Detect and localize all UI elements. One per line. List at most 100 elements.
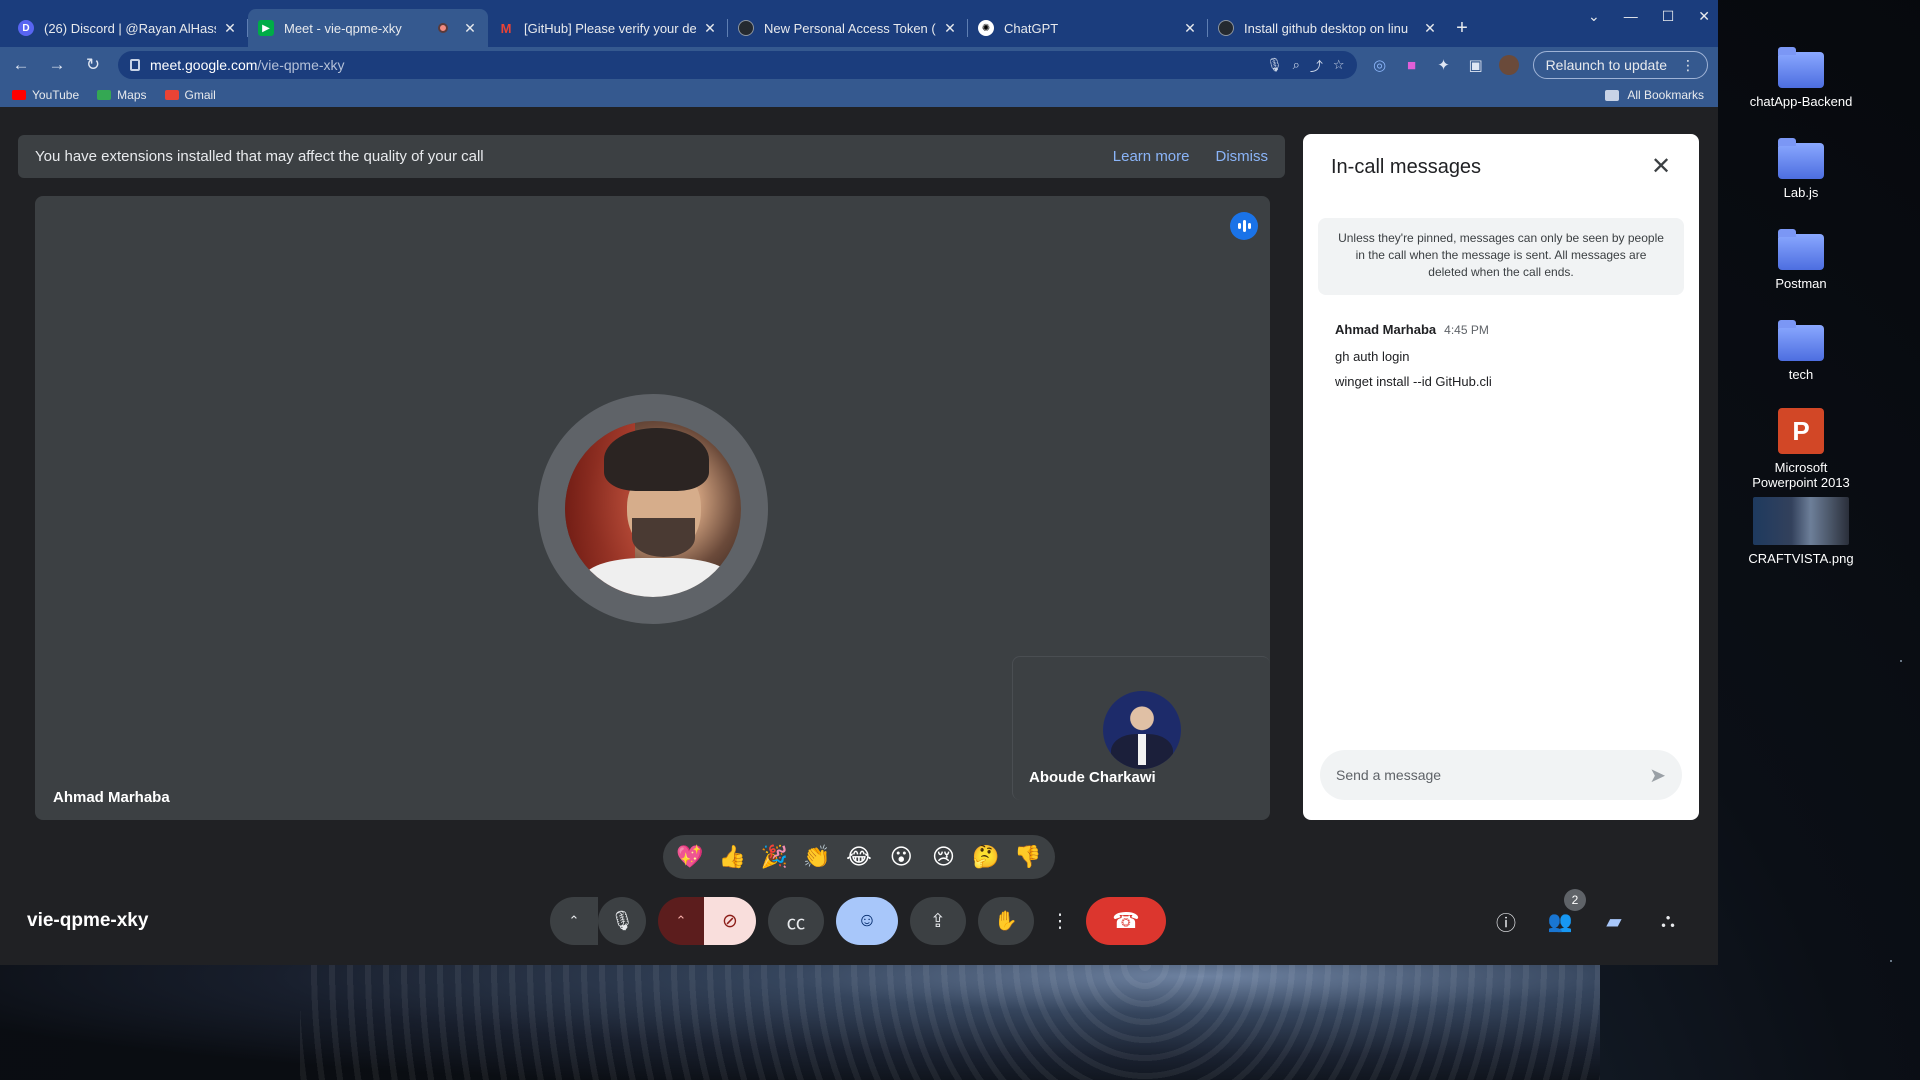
zoom-icon[interactable]: ⌕ [1293,57,1300,73]
tab-title: (26) Discord | @Rayan AlHass [44,20,216,36]
forward-icon[interactable]: → [46,55,68,75]
bookmark-gmail[interactable]: Gmail [164,88,216,102]
learn-more-link[interactable]: Learn more [1113,148,1190,165]
close-icon[interactable]: ✕ [1422,20,1438,37]
activities-button[interactable]: ⛬ [1654,907,1682,935]
new-tab-button[interactable]: + [1448,9,1476,47]
close-icon[interactable]: ✕ [1182,20,1198,37]
url-host: meet.google.com [150,57,258,73]
address-bar[interactable]: meet.google.com/vie-qpme-xky 🎙 ⌕ ⤴ ☆ [118,51,1357,79]
desktop-file-craftvista[interactable]: CRAFTVISTA.png [1741,497,1861,566]
side-controls: ⓘ 👥 2 ▰ ⛬ [1492,889,1682,935]
reaction-sparkling-heart[interactable]: 💖 [672,839,708,875]
bookmark-star-icon[interactable]: ☆ [1333,57,1345,73]
emoji-icon: ☺ [857,910,877,931]
extensions-puzzle-icon[interactable]: ✦ [1435,56,1453,74]
audio-options-button[interactable]: ⌃ [550,897,598,945]
people-count-badge: 2 [1564,889,1586,911]
video-options-button[interactable]: ⌃ [658,897,704,945]
raise-hand-button[interactable]: ✋ [978,897,1034,945]
extensions-warning-banner: You have extensions installed that may a… [18,135,1285,178]
desktop-powerpoint-shortcut[interactable]: P Microsoft Powerpoint 2013 [1741,408,1861,490]
maximize-icon[interactable]: ☐ [1662,8,1675,25]
desktop-icon-label: tech [1788,367,1814,382]
side-panel-icon[interactable]: ▣ [1467,56,1485,74]
back-icon[interactable]: ← [10,55,32,75]
people-button[interactable]: 👥 2 [1546,889,1586,935]
chat-info-notice: Unless they're pinned, messages can only… [1318,218,1684,295]
maps-icon [97,90,112,100]
profile-avatar-icon[interactable] [1498,55,1519,75]
more-options-button[interactable]: ⋮ [1046,897,1074,945]
captions-button[interactable]: ㏄ [768,897,824,945]
lock-icon[interactable] [130,59,140,71]
reaction-clapping[interactable]: 👏 [799,839,835,875]
participant-name: Aboude Charkawi [1029,769,1156,786]
microphone-icon[interactable]: 🎙 [1266,57,1283,73]
desktop-icon-label: chatApp-Backend [1749,94,1853,109]
menu-dots-icon[interactable]: ⋮ [1681,57,1695,74]
reaction-party-popper[interactable]: 🎉 [757,839,793,875]
meeting-details-button[interactable]: ⓘ [1492,907,1520,935]
participant-name: Ahmad Marhaba [53,789,170,806]
tab-meet[interactable]: ▶ Meet - vie-qpme-xky ✕ [248,9,488,47]
reload-icon[interactable]: ↻ [82,55,104,75]
send-icon[interactable]: ➤ [1649,763,1666,788]
message-composer: ➤ [1320,750,1682,800]
meet-icon: ▶ [258,20,274,36]
close-icon[interactable]: ✕ [222,20,238,37]
share-icon[interactable]: ⤴ [1310,56,1323,75]
close-icon[interactable]: ✕ [942,20,958,37]
chat-button[interactable]: ▰ [1600,907,1628,935]
tab-install-github-desktop[interactable]: Install github desktop on linu ✕ [1208,9,1448,47]
folder-icon [1778,47,1824,88]
bookmarks-bar: YouTube Maps Gmail All Bookmarks [0,83,1718,107]
dismiss-button[interactable]: Dismiss [1216,148,1269,165]
star [1900,660,1902,662]
close-window-icon[interactable]: ✕ [1698,8,1710,25]
send-message-input[interactable] [1336,767,1650,783]
desktop-folder-chatapp-backend[interactable]: chatApp-Backend [1741,47,1861,109]
avatar [565,421,741,597]
powerpoint-icon: P [1778,408,1824,454]
desktop-folder-postman[interactable]: Postman [1741,229,1861,291]
reaction-sad[interactable]: 😢 [925,839,961,875]
menu-dots-icon: ⋮ [1050,910,1070,932]
reaction-surprised[interactable]: 😮 [883,839,919,875]
close-icon[interactable]: ✕ [702,20,718,37]
tab-github-token[interactable]: New Personal Access Token ( ✕ [728,9,968,47]
microphone-button[interactable]: 🎙 [598,897,646,945]
close-panel-button[interactable]: ✕ [1645,150,1677,182]
tab-discord[interactable]: D (26) Discord | @Rayan AlHass ✕ [8,9,248,47]
message-text: gh auth login [1335,349,1410,364]
tab-chatgpt[interactable]: ✺ ChatGPT ✕ [968,9,1208,47]
extension-icon[interactable]: ◎ [1371,56,1389,74]
present-button[interactable]: ⇪ [910,897,966,945]
reactions-button[interactable]: ☺ [836,897,898,945]
camera-off-button[interactable]: ⊘ [704,897,756,945]
relaunch-update-button[interactable]: Relaunch to update ⋮ [1532,51,1708,79]
self-view-tile[interactable]: Aboude Charkawi [1012,656,1270,800]
leave-call-button[interactable]: ☎ [1086,897,1166,945]
activities-icon: ⛬ [1661,909,1675,932]
desktop-folder-tech[interactable]: tech [1741,320,1861,382]
reaction-laughing[interactable]: 😂 [841,839,877,875]
tab-github-verify[interactable]: M [GitHub] Please verify your de ✕ [488,9,728,47]
close-icon[interactable]: ✕ [462,20,478,37]
desktop-folder-labjs[interactable]: Lab.js [1741,138,1861,200]
discord-icon: D [18,20,34,36]
minimize-icon[interactable]: — [1624,8,1638,25]
all-bookmarks[interactable]: All Bookmarks [1605,88,1704,102]
avatar [1103,691,1181,769]
desktop-icon-label: CRAFTVISTA.png [1748,551,1854,566]
bookmark-maps[interactable]: Maps [97,88,147,102]
tab-search-icon[interactable]: ⌄ [1588,8,1600,25]
reaction-thumbs-up[interactable]: 👍 [714,839,750,875]
reaction-thinking[interactable]: 🤔 [968,839,1004,875]
reaction-thumbs-down[interactable]: 👎 [1010,839,1046,875]
chevron-up-icon: ⌃ [675,913,687,928]
bookmark-youtube[interactable]: YouTube [12,88,79,102]
extension-icon[interactable]: ■ [1403,57,1421,74]
github-icon [1218,20,1234,36]
url-text[interactable]: meet.google.com/vie-qpme-xky [150,57,1256,73]
